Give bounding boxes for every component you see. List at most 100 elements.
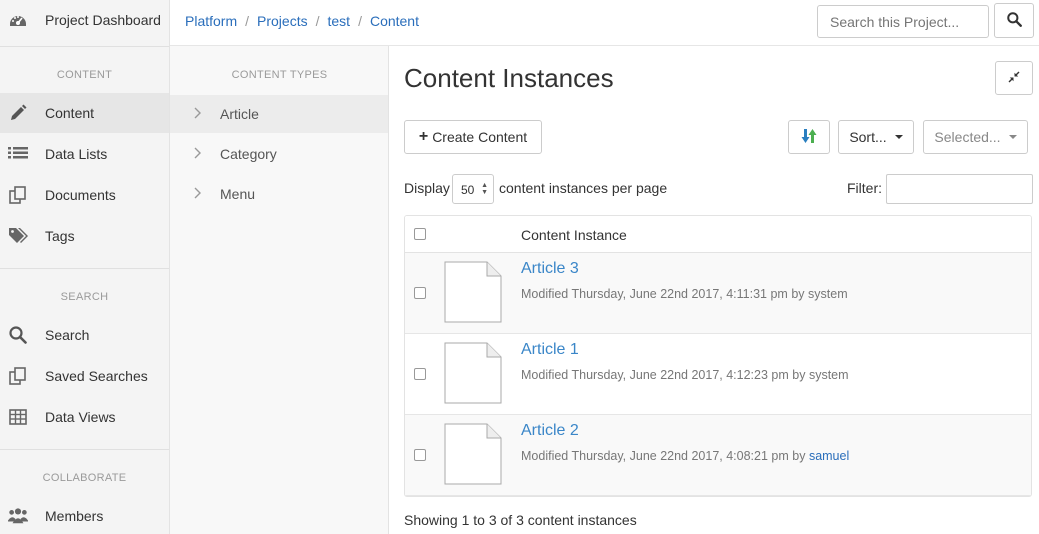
main-panel: Content Instances + Create Content Sort..… bbox=[389, 46, 1039, 534]
chevron-right-icon bbox=[194, 186, 202, 202]
documents-icon bbox=[8, 185, 28, 205]
nav-item-content[interactable]: Content bbox=[0, 93, 169, 133]
breadcrumb-content[interactable]: Content bbox=[370, 13, 419, 29]
filter-label: Filter: bbox=[847, 180, 882, 196]
content-type-article[interactable]: Article bbox=[170, 95, 388, 133]
row-checkbox[interactable] bbox=[414, 368, 426, 380]
chevron-right-icon bbox=[194, 106, 202, 122]
nav-item-label: Data Views bbox=[45, 409, 116, 425]
breadcrumb: Platform / Projects / test / Content bbox=[185, 13, 419, 29]
nav-item-label: Search bbox=[45, 327, 90, 343]
document-thumbnail-icon bbox=[444, 261, 502, 323]
row-modified: Modified Thursday, June 22nd 2017, 4:08:… bbox=[521, 449, 849, 463]
breadcrumb-platform[interactable]: Platform bbox=[185, 13, 237, 29]
top-bar: Platform / Projects / test / Content bbox=[170, 0, 1039, 46]
sort-dropdown[interactable]: Sort... bbox=[838, 120, 914, 154]
nav-item-label: Members bbox=[45, 508, 104, 524]
nav-item-search[interactable]: Search bbox=[0, 315, 169, 355]
row-checkbox[interactable] bbox=[414, 287, 426, 299]
nav-item-saved-searches[interactable]: Saved Searches bbox=[0, 356, 169, 396]
document-thumbnail-icon bbox=[444, 423, 502, 485]
document-thumbnail-icon bbox=[444, 342, 502, 404]
modified-text: Modified Thursday, June 22nd 2017, 4:08:… bbox=[521, 449, 806, 463]
select-arrows-icon: ▲ ▼ bbox=[481, 182, 488, 196]
import-export-button[interactable] bbox=[788, 120, 830, 154]
breadcrumb-projects[interactable]: Projects bbox=[257, 13, 308, 29]
table-header: Content Instance bbox=[405, 216, 1031, 253]
content-type-category[interactable]: Category bbox=[170, 135, 388, 173]
search-icon bbox=[1006, 11, 1022, 30]
modified-by-user-link[interactable]: samuel bbox=[809, 449, 849, 463]
dashboard-gauge-icon bbox=[8, 10, 28, 30]
nav-dashboard-label: Project Dashboard bbox=[45, 12, 161, 28]
nav-item-label: Data Lists bbox=[45, 146, 108, 162]
row-modified: Modified Thursday, June 22nd 2017, 4:12:… bbox=[521, 368, 849, 382]
nav-section-heading: CONTENT bbox=[56, 69, 113, 81]
chevron-right-icon bbox=[194, 146, 202, 162]
nav-divider bbox=[0, 449, 169, 450]
select-all-checkbox[interactable] bbox=[414, 228, 426, 240]
row-title-link[interactable]: Article 3 bbox=[521, 260, 579, 278]
content-types-heading: CONTENT TYPES bbox=[231, 69, 328, 81]
content-type-label: Category bbox=[220, 146, 277, 162]
row-modified: Modified Thursday, June 22nd 2017, 4:11:… bbox=[521, 287, 848, 301]
nav-item-data-lists[interactable]: Data Lists bbox=[0, 134, 169, 174]
content-type-label: Menu bbox=[220, 186, 256, 202]
modified-by-user: system bbox=[808, 368, 849, 382]
nav-item-label: Content bbox=[45, 105, 95, 121]
nav-section-heading: SEARCH bbox=[60, 291, 109, 303]
create-content-label: Create Content bbox=[432, 129, 528, 145]
pencil-icon bbox=[8, 103, 28, 123]
saved-searches-icon bbox=[8, 366, 28, 386]
modified-text: Modified Thursday, June 22nd 2017, 4:11:… bbox=[521, 287, 805, 301]
modified-by-user: system bbox=[808, 287, 848, 301]
table-row[interactable]: Article 1 Modified Thursday, June 22nd 2… bbox=[405, 334, 1031, 415]
create-content-button[interactable]: + Create Content bbox=[404, 120, 542, 154]
selected-actions-dropdown[interactable]: Selected... bbox=[923, 120, 1028, 154]
pagination-summary: Showing 1 to 3 of 3 content instances bbox=[404, 512, 637, 528]
sort-label: Sort... bbox=[849, 129, 887, 145]
modified-text: Modified Thursday, June 22nd 2017, 4:12:… bbox=[521, 368, 806, 382]
row-checkbox[interactable] bbox=[414, 449, 426, 461]
page-size-value: 50 bbox=[461, 183, 475, 197]
nav-divider bbox=[0, 268, 169, 269]
search-button[interactable] bbox=[994, 3, 1034, 38]
selected-label: Selected... bbox=[934, 129, 1001, 145]
collapse-button[interactable] bbox=[995, 61, 1033, 95]
members-icon bbox=[8, 506, 28, 526]
page-size-select[interactable]: 50 ▲ ▼ bbox=[452, 174, 494, 204]
nav-item-data-views[interactable]: Data Views bbox=[0, 397, 169, 437]
nav-item-documents[interactable]: Documents bbox=[0, 175, 169, 215]
table-row[interactable]: Article 2 Modified Thursday, June 22nd 2… bbox=[405, 415, 1031, 496]
left-sidebar: Project Dashboard CONTENT Content Data L… bbox=[0, 0, 170, 534]
nav-divider bbox=[0, 46, 169, 47]
row-title-link[interactable]: Article 2 bbox=[521, 422, 579, 440]
nav-section-heading: COLLABORATE bbox=[42, 472, 127, 484]
caret-down-icon bbox=[894, 135, 903, 139]
search-input[interactable] bbox=[817, 5, 989, 38]
per-page-label: content instances per page bbox=[499, 180, 668, 196]
nav-item-label: Tags bbox=[45, 228, 75, 244]
sort-arrows-icon bbox=[801, 128, 817, 147]
content-types-panel: CONTENT TYPES Article Category Menu bbox=[170, 46, 389, 534]
table-grid-icon bbox=[8, 407, 28, 427]
content-type-label: Article bbox=[220, 106, 259, 122]
nav-item-tags[interactable]: Tags bbox=[0, 216, 169, 256]
row-title-link[interactable]: Article 1 bbox=[521, 341, 579, 359]
nav-item-label: Documents bbox=[45, 187, 116, 203]
search-icon bbox=[8, 325, 28, 345]
table-row[interactable]: Article 3 Modified Thursday, June 22nd 2… bbox=[405, 253, 1031, 334]
column-header-content-instance[interactable]: Content Instance bbox=[521, 227, 627, 243]
content-type-menu[interactable]: Menu bbox=[170, 175, 388, 213]
tags-icon bbox=[8, 226, 28, 246]
nav-project-dashboard[interactable]: Project Dashboard bbox=[0, 0, 169, 40]
list-icon bbox=[8, 144, 28, 164]
plus-icon: + bbox=[418, 128, 429, 145]
compress-arrows-icon bbox=[1008, 70, 1020, 86]
filter-input[interactable] bbox=[886, 174, 1033, 204]
breadcrumb-test[interactable]: test bbox=[327, 13, 350, 29]
caret-down-icon bbox=[1008, 135, 1017, 139]
content-table: Content Instance Article 3 Modified Thur… bbox=[404, 215, 1032, 497]
display-label: Display bbox=[404, 180, 450, 196]
nav-item-members[interactable]: Members bbox=[0, 496, 169, 534]
